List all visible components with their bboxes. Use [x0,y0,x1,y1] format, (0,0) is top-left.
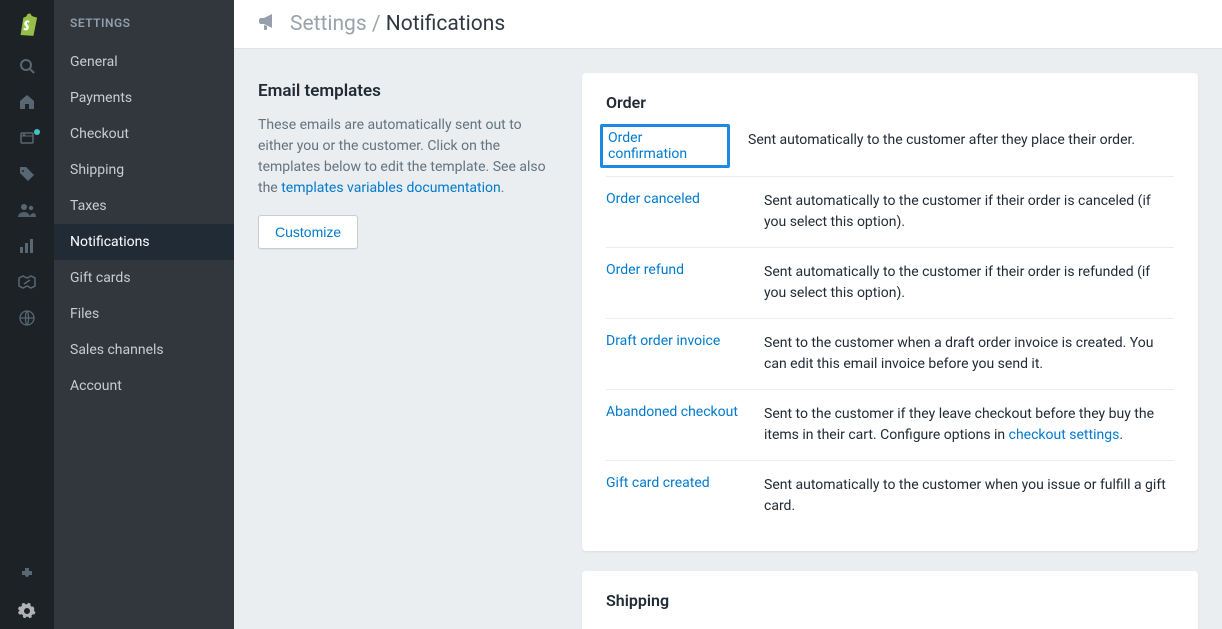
gift-card-created-link[interactable]: Gift card created [606,475,746,491]
sidebar-header: SETTINGS [54,0,234,44]
template-row: Order refund Sent automatically to the c… [606,247,1174,318]
megaphone-icon [258,13,278,35]
titlebar: Settings / Notifications [234,0,1222,49]
email-templates-intro: These emails are automatically sent out … [258,115,558,199]
customize-button[interactable]: Customize [258,215,358,249]
sidebar-item-account[interactable]: Account [54,368,234,404]
tag-icon[interactable] [0,156,54,192]
order-section: Order Order confirmation Sent automatica… [582,73,1198,551]
customers-icon[interactable] [0,192,54,228]
sidebar-item-checkout[interactable]: Checkout [54,116,234,152]
templates-list: Order Order confirmation Sent automatica… [582,73,1198,605]
page-title: Notifications [386,12,505,36]
sidebar-item-gift-cards[interactable]: Gift cards [54,260,234,296]
order-refund-link[interactable]: Order refund [606,262,746,278]
email-templates-heading: Email templates [258,81,558,101]
template-desc: Sent automatically to the customer after… [748,130,1174,151]
email-templates-panel: Email templates These emails are automat… [258,73,558,605]
sidebar-item-files[interactable]: Files [54,296,234,332]
templates-variables-doc-link[interactable]: templates variables documentation [281,180,501,196]
sidebar-item-shipping[interactable]: Shipping [54,152,234,188]
shopify-logo[interactable] [0,0,54,48]
draft-order-invoice-link[interactable]: Draft order invoice [606,333,746,349]
sidebar-item-notifications[interactable]: Notifications [54,224,234,260]
template-desc: Sent automatically to the customer when … [764,475,1174,517]
settings-icon[interactable] [0,593,54,629]
breadcrumb-parent[interactable]: Settings [290,12,367,36]
order-confirmation-link[interactable]: Order confirmation [600,124,730,168]
sidebar-item-sales-channels[interactable]: Sales channels [54,332,234,368]
order-canceled-link[interactable]: Order canceled [606,191,746,207]
home-icon[interactable] [0,84,54,120]
order-section-title: Order [606,93,1174,112]
globe-icon[interactable] [0,300,54,336]
template-row: Abandoned checkout Sent to the customer … [606,389,1174,460]
content: Email templates These emails are automat… [234,49,1222,629]
shipping-section-title: Shipping [606,591,1174,610]
analytics-icon[interactable] [0,228,54,264]
discounts-icon[interactable] [0,264,54,300]
sidebar-item-payments[interactable]: Payments [54,80,234,116]
sidebar-item-taxes[interactable]: Taxes [54,188,234,224]
breadcrumb: Settings / Notifications [290,12,505,36]
template-row: Order confirmation Sent automatically to… [606,130,1174,176]
settings-sidebar: SETTINGS General Payments Checkout Shipp… [54,0,234,629]
shipping-section: Shipping Fulfillment request Sent automa… [582,571,1198,629]
template-row: Gift card created Sent automatically to … [606,460,1174,531]
apps-icon[interactable] [0,557,54,593]
template-desc: Sent automatically to the customer if th… [764,191,1174,233]
template-row: Order canceled Sent automatically to the… [606,176,1174,247]
sidebar-item-general[interactable]: General [54,44,234,80]
template-desc: Sent to the customer when a draft order … [764,333,1174,375]
main-area: Settings / Notifications Email templates… [234,0,1222,629]
search-icon[interactable] [0,48,54,84]
abandoned-checkout-link[interactable]: Abandoned checkout [606,404,746,420]
breadcrumb-sep: / [367,12,386,36]
template-desc: Sent automatically to the customer if th… [764,262,1174,304]
template-row: Draft order invoice Sent to the customer… [606,318,1174,389]
checkout-settings-link[interactable]: checkout settings [1009,427,1120,443]
template-desc: Sent to the customer if they leave check… [764,404,1174,446]
orders-icon[interactable] [0,120,54,156]
iconbar [0,0,54,629]
